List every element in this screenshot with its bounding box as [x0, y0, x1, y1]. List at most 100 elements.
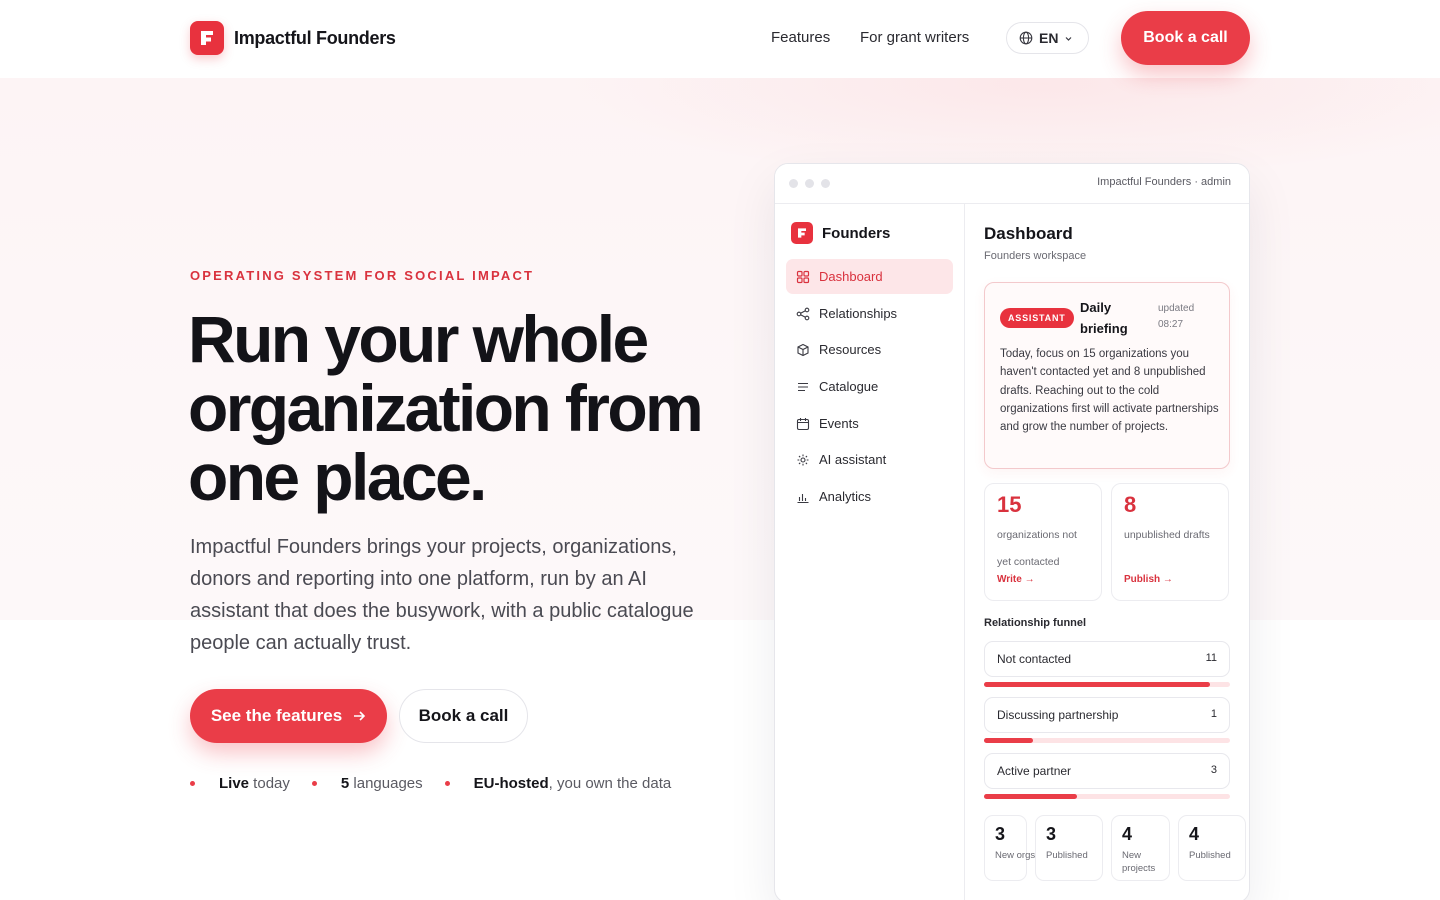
top-nav: Impactful Founders Features For grant wr…	[0, 0, 1440, 78]
fact-strong: EU-hosted	[473, 775, 549, 792]
see-features-label: See the features	[210, 706, 343, 725]
sidebar-brand: Founders	[791, 222, 890, 244]
bullet-dot-icon	[311, 781, 317, 786]
sidebar-item-label: Relationships	[819, 306, 898, 321]
sidebar-item-catalogue[interactable]: Catalogue	[786, 369, 953, 404]
window-dot-icon	[805, 179, 814, 188]
mini-stat-published-projects: 4 Published	[1178, 815, 1246, 881]
hero-facts: Live today 5 languages EU-hosted, you ow…	[190, 775, 671, 792]
publish-link[interactable]: Publish →	[1124, 574, 1173, 585]
fact-strong: Live	[219, 775, 250, 792]
brand-logo-link[interactable]: Impactful Founders	[190, 21, 396, 55]
funnel-row-not-contacted[interactable]: Not contacted 11	[984, 641, 1230, 677]
dashboard-title: Dashboard	[984, 224, 1073, 243]
workspace-name: Founders	[822, 224, 891, 242]
sidebar-item-dashboard[interactable]: Dashboard	[786, 259, 953, 294]
nav-link-grant-writers[interactable]: For grant writers	[860, 29, 969, 46]
window-dot-icon	[821, 179, 830, 188]
sidebar-item-events[interactable]: Events	[786, 406, 953, 441]
stat-label: unpublished drafts	[1124, 529, 1210, 541]
sidebar-item-label: Analytics	[819, 489, 872, 504]
funnel-row-count: 1	[1210, 708, 1217, 720]
brand-name: Impactful Founders	[234, 27, 396, 48]
calendar-icon	[796, 417, 810, 430]
workspace-logo-icon	[791, 222, 813, 244]
see-features-button[interactable]: See the features	[190, 689, 387, 743]
funnel-row-label: Not contacted	[997, 652, 1072, 666]
stat-value: 15	[997, 492, 1022, 517]
box-icon	[797, 343, 809, 356]
sidebar-item-ai-assistant[interactable]: AI assistant	[786, 442, 953, 477]
funnel-progress-bar	[984, 682, 1230, 687]
dashboard-subtitle: Founders workspace	[984, 250, 1087, 262]
daily-briefing-card: ASSISTANT Daily briefing updated 08:27 T…	[984, 282, 1230, 469]
funnel-row-active-partner[interactable]: Active partner 3	[984, 753, 1230, 789]
mini-stat-label: Published	[1046, 850, 1088, 861]
mini-stat-value: 4	[1189, 824, 1200, 844]
nav-book-call-button[interactable]: Book a call	[1121, 11, 1250, 65]
briefing-title: Daily briefing	[1080, 300, 1128, 336]
fact-eu-hosted: EU-hosted, you own the data	[444, 775, 672, 792]
mini-stat-value: 3	[995, 824, 1006, 844]
app-sidebar: Founders Dashboard Relationships Resourc…	[775, 204, 965, 900]
funnel-row-count: 11	[1205, 652, 1217, 664]
chevron-down-icon	[1066, 36, 1072, 41]
bullet-dot-icon	[190, 781, 195, 786]
fact-languages: 5 languages	[311, 775, 423, 792]
fact-live: Live today	[190, 775, 290, 792]
funnel-title: Relationship funnel	[984, 617, 1087, 629]
window-dot-icon	[789, 179, 798, 188]
arrow-right-icon	[354, 711, 366, 721]
stat-card-unpublished: 8 unpublished drafts Publish →	[1111, 483, 1229, 601]
sidebar-item-label: Resources	[819, 342, 882, 357]
briefing-updated: updated 08:27	[1158, 303, 1195, 330]
fact-strong: 5	[340, 775, 350, 792]
mini-stat-published: 3 Published	[1035, 815, 1103, 881]
globe-icon	[1019, 31, 1033, 45]
mini-stat-new-orgs: 3 New orgs	[984, 815, 1035, 881]
mini-stat-label: Published	[1189, 850, 1231, 861]
sidebar-item-relationships[interactable]: Relationships	[786, 296, 953, 331]
stat-label: organizations not yet contacted	[997, 529, 1077, 568]
language-selector[interactable]: EN	[1006, 22, 1089, 54]
sidebar-item-resources[interactable]: Resources	[786, 332, 953, 367]
funnel-progress-fill	[984, 794, 1078, 799]
funnel-row-label: Active partner	[997, 764, 1072, 778]
mini-stat-value: 3	[1046, 824, 1057, 844]
nav-link-features[interactable]: Features	[771, 29, 830, 46]
share-icon	[796, 307, 810, 320]
funnel-row-count: 3	[1210, 764, 1217, 776]
sidebar-item-label: Catalogue	[819, 379, 879, 394]
list-icon	[798, 382, 808, 391]
funnel-progress-fill	[984, 682, 1211, 687]
bullet-dot-icon	[444, 781, 450, 786]
stat-value: 8	[1124, 492, 1137, 517]
hero-headline: Run your whole organization from one pla…	[188, 302, 704, 514]
write-link[interactable]: Write →	[997, 574, 1035, 585]
mini-stat-new-projects: 4 New projects	[1111, 815, 1170, 881]
assistant-badge: ASSISTANT	[1000, 308, 1074, 328]
mini-stat-value: 4	[1122, 824, 1133, 844]
fact-rest: languages	[349, 775, 423, 792]
app-preview-window: Impactful Founders · admin Founders Dash…	[774, 163, 1250, 900]
sidebar-item-label: Dashboard	[819, 269, 883, 284]
hero-lead: Impactful Founders brings your projects,…	[190, 536, 694, 654]
stat-card-not-contacted: 15 organizations not yet contacted Write…	[984, 483, 1102, 601]
hero-book-call-button[interactable]: Book a call	[399, 689, 528, 743]
sidebar-item-label: Events	[819, 416, 859, 431]
mini-stat-label: New projects	[1122, 850, 1156, 874]
window-title: Impactful Founders · admin	[1097, 176, 1231, 188]
hero-glow	[560, 60, 1440, 180]
funnel-progress-bar	[984, 738, 1230, 743]
sidebar-item-analytics[interactable]: Analytics	[786, 479, 953, 514]
grid-icon	[796, 270, 810, 283]
briefing-text: Today, focus on 15 organizations you hav…	[1000, 348, 1219, 434]
window-titlebar: Impactful Founders · admin	[775, 164, 1249, 204]
fact-rest: , you own the data	[548, 775, 672, 792]
funnel-progress-bar	[984, 794, 1230, 799]
funnel-row-label: Discussing partnership	[997, 708, 1119, 722]
fact-rest: today	[249, 775, 290, 792]
funnel-progress-fill	[984, 738, 1034, 743]
sidebar-item-label: AI assistant	[819, 452, 887, 467]
funnel-row-discussing[interactable]: Discussing partnership 1	[984, 697, 1230, 733]
